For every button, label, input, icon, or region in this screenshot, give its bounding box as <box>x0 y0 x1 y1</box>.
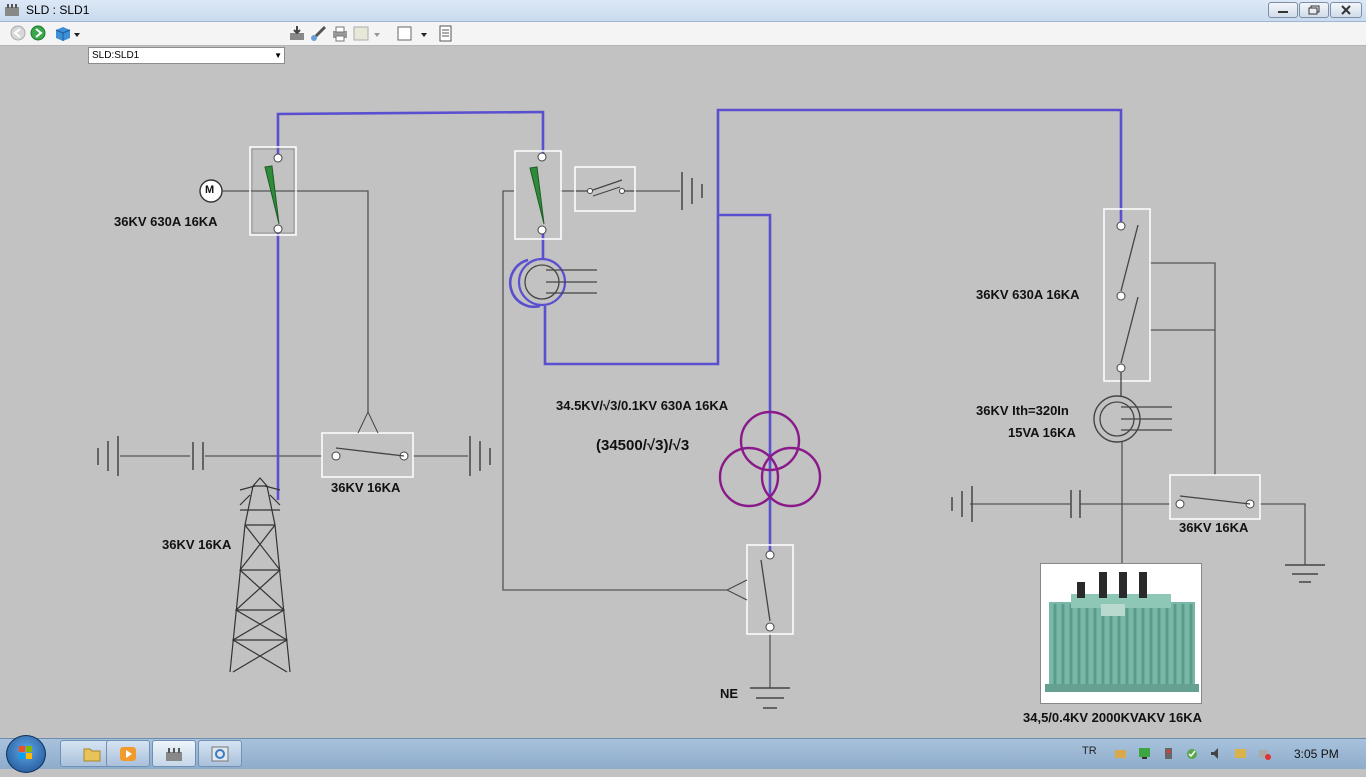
ct2-label-line1: 36KV Ith=320In <box>976 403 1069 418</box>
restore-icon <box>1308 5 1320 15</box>
factory-icon <box>166 748 182 761</box>
cube-dropdown-icon[interactable] <box>54 25 82 42</box>
print-icon[interactable] <box>331 25 349 42</box>
taskbar-media-player[interactable] <box>106 740 150 767</box>
motor-label: M <box>205 184 215 196</box>
window-title: SLD : SLD1 <box>26 3 90 17</box>
tray-device-icon[interactable] <box>1162 747 1175 760</box>
media-player-icon <box>120 747 136 761</box>
tower-label: 36KV 16KA <box>162 537 232 552</box>
tray-flag-icon[interactable] <box>1234 747 1247 760</box>
taskbar: TR 3:05 PM <box>0 735 1366 773</box>
start-button[interactable] <box>6 735 46 773</box>
windows-logo-icon <box>19 746 32 759</box>
transformer-photo <box>1040 563 1202 704</box>
title-bar: SLD : SLD1 <box>0 0 1366 22</box>
close-icon <box>1341 5 1351 15</box>
ct2-label-line2: 15VA 16KA <box>1008 425 1076 440</box>
taskbar-app[interactable] <box>198 740 242 767</box>
minimize-icon <box>1278 11 1288 13</box>
language-indicator[interactable]: TR <box>1082 745 1097 757</box>
close-button[interactable] <box>1330 2 1362 18</box>
tray-security-icon[interactable] <box>1186 747 1199 760</box>
es3-label: 36KV 16KA <box>1179 520 1249 535</box>
ds3-label: 36KV 630A 16KA <box>976 287 1080 302</box>
back-icon[interactable] <box>10 25 27 42</box>
ct-label: 34.5KV/√3/0.1KV 630A 16KA <box>556 398 729 413</box>
app-icon <box>5 4 19 16</box>
forward-icon[interactable] <box>30 25 47 42</box>
ds1-label: 36KV 630A 16KA <box>114 214 218 229</box>
volume-icon[interactable] <box>1210 747 1223 760</box>
restore-button[interactable] <box>1299 2 1329 18</box>
tray-network-error-icon[interactable] <box>1258 747 1271 760</box>
clock[interactable]: 3:05 PM <box>1294 747 1339 761</box>
folder-icon <box>83 748 101 762</box>
es1-label: 36KV 16KA <box>331 480 401 495</box>
tray-network-icon[interactable] <box>1114 747 1127 760</box>
chart-app-icon <box>211 746 229 762</box>
ne-label: NE <box>720 686 739 701</box>
minimize-button[interactable] <box>1268 2 1298 18</box>
vt-ratio-label: (34500/√3)/√3 <box>596 437 690 454</box>
connect-icon[interactable] <box>310 25 328 42</box>
tray-monitor-icon[interactable] <box>1138 747 1151 760</box>
zoom-fit-icon[interactable] <box>352 25 382 42</box>
toolbar: SLD:SLD1 ▼ <box>0 22 1366 64</box>
frame-dropdown-icon[interactable] <box>396 25 430 42</box>
export-icon[interactable] <box>288 25 306 42</box>
document-icon[interactable] <box>438 25 454 42</box>
taskbar-sld-app[interactable] <box>152 740 196 767</box>
transformer-label: 34,5/0.4KV 2000KVAKV 16KA <box>1023 710 1202 725</box>
